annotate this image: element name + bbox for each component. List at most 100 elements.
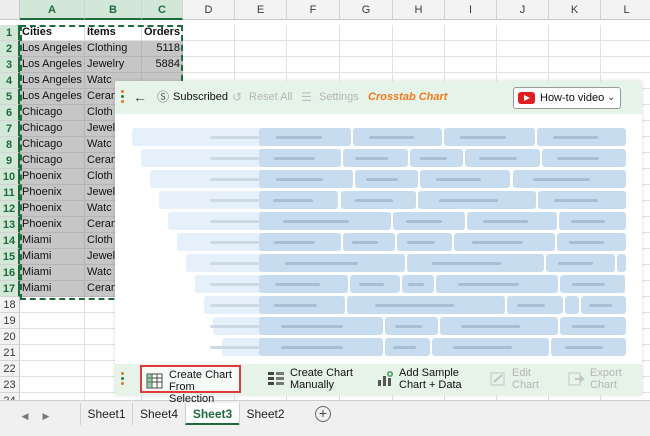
row-header-18[interactable]: 18 (0, 297, 20, 313)
column-header-e[interactable]: E (235, 0, 287, 20)
grid-cell[interactable] (601, 25, 650, 41)
subscribed-button[interactable]: Subscribed (173, 89, 228, 105)
table-cell[interactable]: Miami (20, 249, 85, 265)
header-cell[interactable]: Orders (142, 25, 183, 41)
table-cell[interactable]: Clothing (85, 41, 142, 57)
column-header-a[interactable]: A (20, 0, 85, 20)
grid-cell[interactable] (549, 25, 601, 41)
column-header-d[interactable]: D (183, 0, 235, 20)
header-cell[interactable]: Cities (20, 25, 85, 41)
table-cell[interactable]: Phoenix (20, 185, 85, 201)
row-header-9[interactable]: 9 (0, 153, 20, 169)
sheet-tab-sheet1[interactable]: Sheet1 (80, 403, 132, 425)
grid-cell[interactable] (445, 41, 497, 57)
grid-cell[interactable] (287, 25, 340, 41)
row-header-16[interactable]: 16 (0, 265, 20, 281)
grid-cell[interactable] (497, 41, 549, 57)
table-cell[interactable]: Chicago (20, 121, 85, 137)
settings-button[interactable]: Settings (319, 89, 359, 105)
grid-cell[interactable] (20, 377, 85, 393)
table-cell[interactable]: Phoenix (20, 169, 85, 185)
grid-cell[interactable] (340, 41, 393, 57)
table-cell[interactable]: Miami (20, 265, 85, 281)
row-header-17[interactable]: 17 (0, 281, 20, 297)
row-header-22[interactable]: 22 (0, 361, 20, 377)
grid-cell[interactable] (340, 57, 393, 73)
row-header-23[interactable]: 23 (0, 377, 20, 393)
how-to-video-dropdown[interactable]: How-to video ⌄ (513, 87, 621, 109)
column-header-h[interactable]: H (393, 0, 445, 20)
reset-all-button[interactable]: Reset All (249, 89, 292, 105)
grid-cell[interactable] (20, 313, 85, 329)
drag-handle-icon[interactable] (121, 372, 125, 388)
grid-cell[interactable] (601, 57, 650, 73)
row-header-2[interactable]: 2 (0, 41, 20, 57)
column-header-b[interactable]: B (85, 0, 142, 20)
row-header-15[interactable]: 15 (0, 249, 20, 265)
grid-cell[interactable] (497, 57, 549, 73)
create-chart-manually-button[interactable]: Create Chart Manually (263, 365, 363, 393)
row-header-12[interactable]: 12 (0, 201, 20, 217)
grid-cell[interactable] (549, 41, 601, 57)
add-sample-chart-data-button[interactable]: Add Sample Chart + Data (372, 365, 472, 393)
column-header-c[interactable]: C (142, 0, 183, 20)
sheet-tab-sheet4[interactable]: Sheet4 (132, 403, 185, 425)
add-sheet-icon[interactable]: + (315, 406, 331, 422)
grid-cell[interactable] (340, 25, 393, 41)
row-header-13[interactable]: 13 (0, 217, 20, 233)
table-cell[interactable]: Phoenix (20, 217, 85, 233)
row-header-21[interactable]: 21 (0, 345, 20, 361)
grid-cell[interactable] (445, 25, 497, 41)
grid-cell[interactable] (287, 57, 340, 73)
grid-cell[interactable] (445, 57, 497, 73)
grid-cell[interactable] (20, 361, 85, 377)
grid-cell[interactable] (549, 57, 601, 73)
grid-cell[interactable] (393, 57, 445, 73)
row-header-4[interactable]: 4 (0, 73, 20, 89)
column-header-l[interactable]: L (601, 0, 650, 20)
grid-cell[interactable] (183, 57, 235, 73)
column-header-f[interactable]: F (287, 0, 340, 20)
column-header-i[interactable]: I (445, 0, 497, 20)
table-cell[interactable]: Chicago (20, 153, 85, 169)
row-header-7[interactable]: 7 (0, 121, 20, 137)
sheet-tab-sheet2[interactable]: Sheet2 (239, 403, 291, 425)
sheet-tab-sheet3[interactable]: Sheet3 (185, 403, 239, 425)
table-cell[interactable]: Jewelry (85, 57, 142, 73)
table-cell[interactable]: Phoenix (20, 201, 85, 217)
table-cell[interactable]: Los Angeles (20, 57, 85, 73)
row-header-3[interactable]: 3 (0, 57, 20, 73)
table-cell[interactable]: Los Angeles (20, 89, 85, 105)
table-cell[interactable]: Los Angeles (20, 41, 85, 57)
column-header-j[interactable]: J (497, 0, 549, 20)
table-cell[interactable]: Los Angeles (20, 73, 85, 89)
row-header-5[interactable]: 5 (0, 89, 20, 105)
column-header-k[interactable]: K (549, 0, 601, 20)
row-header-1[interactable]: 1 (0, 25, 20, 41)
table-cell[interactable]: Miami (20, 281, 85, 297)
grid-cell[interactable] (393, 41, 445, 57)
create-chart-from-selection-button[interactable]: Create Chart From Selection (140, 365, 241, 405)
edit-chart-button[interactable]: Edit Chart (485, 365, 547, 393)
table-cell[interactable]: 5118 (142, 41, 183, 57)
grid-cell[interactable] (287, 41, 340, 57)
back-arrow-icon[interactable]: ← (133, 89, 147, 105)
table-cell[interactable]: Chicago (20, 137, 85, 153)
row-header-20[interactable]: 20 (0, 329, 20, 345)
grid-cell[interactable] (183, 41, 235, 57)
next-sheet-arrow-icon[interactable]: ▶ (38, 408, 54, 424)
row-header-11[interactable]: 11 (0, 185, 20, 201)
grid-cell[interactable] (20, 297, 85, 313)
grid-cell[interactable] (393, 25, 445, 41)
drag-handle-icon[interactable] (121, 90, 125, 106)
select-all-corner[interactable] (0, 0, 20, 20)
grid-cell[interactable] (601, 41, 650, 57)
prev-sheet-arrow-icon[interactable]: ◀ (17, 408, 33, 424)
grid-cell[interactable] (235, 41, 287, 57)
row-header-10[interactable]: 10 (0, 169, 20, 185)
grid-cell[interactable] (20, 345, 85, 361)
header-cell[interactable]: Items (85, 25, 142, 41)
table-cell[interactable]: Chicago (20, 105, 85, 121)
grid-cell[interactable] (183, 25, 235, 41)
row-header-6[interactable]: 6 (0, 105, 20, 121)
